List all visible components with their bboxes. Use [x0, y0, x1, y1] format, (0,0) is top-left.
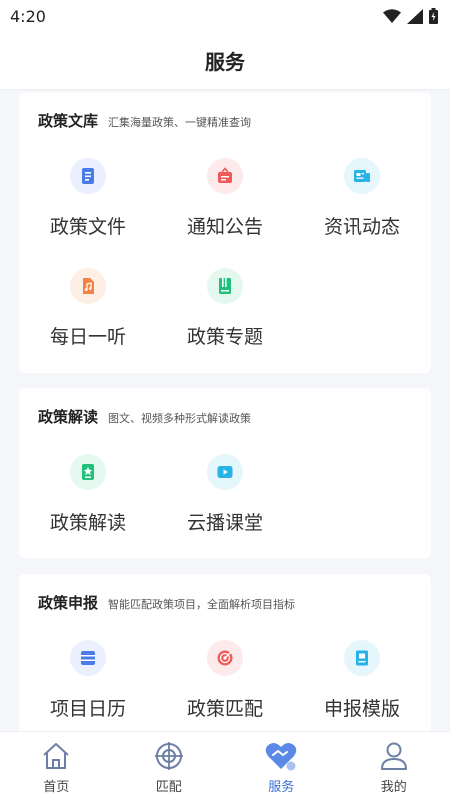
service-label: 政策解读 [49, 512, 126, 534]
profile-icon [380, 742, 407, 770]
video-icon [207, 454, 243, 490]
section-subtitle: 图文、视频多种形式解读政策 [108, 412, 252, 425]
target-icon [207, 640, 243, 676]
status-time: 4:20 [10, 6, 46, 26]
tab-label: 首页 [43, 780, 70, 795]
service-application-template[interactable]: 申报模版 [302, 640, 422, 721]
service-label: 资讯动态 [323, 216, 400, 238]
service-notices[interactable]: 通知公告 [165, 158, 285, 239]
tab-match[interactable]: 匹配 [113, 732, 226, 800]
status-bar: 4:20 [0, 0, 450, 32]
service-label: 每日一听 [49, 326, 126, 348]
service-policy-interpret[interactable]: 政策解读 [28, 454, 148, 535]
document-icon [70, 158, 106, 194]
service-label: 政策文件 [49, 216, 126, 238]
page-header: 服务 [0, 32, 450, 90]
section-policy-application: 政策申报 智能匹配政策项目，全面解析项目指标 项目日历 政策匹配 申报模版 [19, 574, 431, 731]
service-label: 申报模版 [323, 698, 400, 720]
section-subtitle: 汇集海量政策、一键精准查询 [108, 116, 252, 129]
interpret-icon [70, 454, 106, 490]
service-policy-files[interactable]: 政策文件 [28, 158, 148, 239]
section-policy-library: 政策文库 汇集海量政策、一键精准查询 政策文件 通知公告 资讯动态 每日一听 政… [19, 92, 431, 373]
section-policy-interpretation: 政策解读 图文、视频多种形式解读政策 政策解读 云播课堂 [19, 388, 431, 558]
bottom-tab-bar: 首页 匹配 服务 我的 [0, 731, 450, 800]
service-project-calendar[interactable]: 项目日历 [28, 640, 148, 721]
section-title: 政策文库 [38, 112, 99, 130]
page-title: 服务 [205, 50, 245, 74]
service-label: 云播课堂 [186, 512, 263, 534]
template-icon [344, 640, 380, 676]
news-icon [344, 158, 380, 194]
section-title: 政策解读 [38, 408, 99, 426]
tab-profile[interactable]: 我的 [338, 732, 450, 800]
section-subtitle: 智能匹配政策项目，全面解析项目指标 [108, 598, 296, 611]
service-label: 项目日历 [49, 698, 126, 720]
service-label: 政策匹配 [186, 698, 263, 720]
tab-service[interactable]: 服务 [225, 732, 338, 800]
services-content[interactable]: 政策文库 汇集海量政策、一键精准查询 政策文件 通知公告 资讯动态 每日一听 政… [0, 90, 450, 731]
match-icon [154, 742, 183, 770]
book-icon [207, 268, 243, 304]
tab-label: 我的 [380, 780, 407, 795]
service-label: 通知公告 [186, 216, 263, 238]
service-daily-listen[interactable]: 每日一听 [28, 268, 148, 349]
battery-icon [429, 8, 438, 24]
section-title: 政策申报 [38, 594, 99, 612]
home-icon [43, 743, 69, 769]
tab-label: 匹配 [155, 780, 182, 795]
service-policy-match[interactable]: 政策匹配 [165, 640, 285, 721]
service-cloud-class[interactable]: 云播课堂 [165, 454, 285, 535]
service-news[interactable]: 资讯动态 [302, 158, 422, 239]
notice-icon [207, 158, 243, 194]
service-label: 政策专题 [186, 326, 263, 348]
calendar-icon [70, 640, 106, 676]
audio-file-icon [70, 268, 106, 304]
tab-home[interactable]: 首页 [0, 732, 113, 800]
service-icon [265, 742, 297, 771]
signal-icon [407, 8, 423, 24]
wifi-icon [383, 9, 401, 23]
service-policy-topics[interactable]: 政策专题 [165, 268, 285, 349]
tab-label: 服务 [268, 780, 295, 795]
status-icons [383, 8, 438, 24]
